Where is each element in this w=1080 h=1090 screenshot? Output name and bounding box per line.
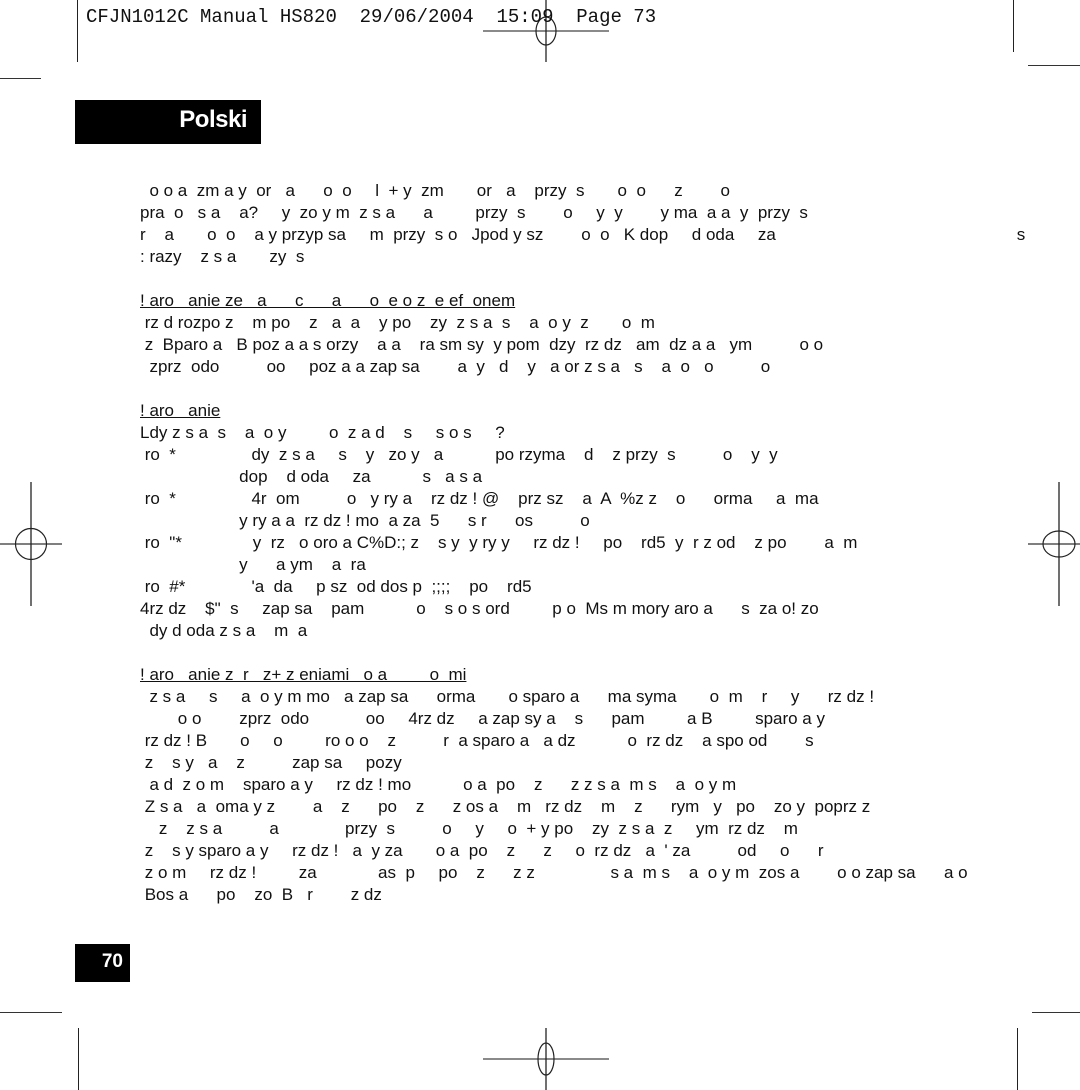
text-line: rz dz ! B o o ro o o z r a sparo a a dz … — [140, 731, 814, 750]
crop-mark-top-right-horizontal — [1028, 65, 1080, 66]
registration-mark-left-icon — [0, 482, 62, 606]
crop-mark-bottom-right-horizontal — [1032, 1012, 1080, 1013]
section-heading: ! aro anie ze a c a o e o z e ef onem — [140, 291, 516, 310]
text-line: dop d oda za s a s a — [140, 467, 483, 486]
print-slug-line: CFJN1012C Manual HS820 29/06/2004 15:09 … — [86, 6, 657, 28]
text-line: ro * dy z s a s y zo y a po rzyma d z pr… — [140, 445, 778, 464]
text-line: o o a zm a y or a o o l + y zm or a przy… — [140, 181, 730, 200]
text-line: z Bparo a B poz a a s orzy a a ra sm sy … — [140, 335, 824, 354]
section: o o a zm a y or a o o l + y zm or a przy… — [140, 180, 1026, 268]
section-heading: ! aro anie z r z+ z eniami o a o mi — [140, 665, 467, 684]
text-line: dy d oda z s a m a — [140, 621, 308, 640]
text-line: z s y a z zap sa pozy — [140, 753, 402, 772]
manual-body-text: o o a zm a y or a o o l + y zm or a przy… — [140, 180, 1026, 906]
page-number: 70 — [101, 951, 123, 972]
text-line: z s a s a o y m mo a zap sa orma o sparo… — [140, 687, 875, 706]
text-line: Ldy z s a s a o y o z a d s s o s ? — [140, 423, 505, 442]
text-line: rz d rozpo z m po z a a y po zy z s a s … — [140, 313, 655, 332]
text-line: 4rz dz $" s zap sa pam o s o s ord p o M… — [140, 599, 819, 618]
text-line: y ry a a rz dz ! mo a za 5 s r os o — [140, 511, 590, 530]
text-line: Bos a po zo B r z dz — [140, 885, 382, 904]
section-heading: ! aro anie — [140, 401, 221, 420]
text-line: r a o o a y przyp sa m przy s o Jpod y s… — [140, 225, 1026, 244]
section: ! aro anie Ldy z s a s a o y o z a d s s … — [140, 400, 980, 642]
text-line: y a ym a ra — [140, 555, 366, 574]
language-tab-label: Polski — [179, 106, 247, 133]
page-number-box: 70 — [75, 944, 130, 982]
language-tab: Polski — [75, 100, 261, 144]
text-line: z z s a a przy s o y o + y po zy z s a z… — [140, 819, 798, 838]
registration-mark-right-icon — [1028, 482, 1080, 606]
crop-mark-top-left-vertical — [77, 0, 78, 62]
section: ! aro anie ze a c a o e o z e ef onem rz… — [140, 290, 980, 378]
text-line: z s y sparo a y rz dz ! a y za o a po z … — [140, 841, 824, 860]
text-line: ro "* y rz o oro a C%D:; z s y y ry y rz… — [140, 533, 858, 552]
text-line: z o m rz dz ! za as p po z z z s a m s a… — [140, 863, 968, 882]
crop-mark-top-right-vertical — [1013, 0, 1014, 52]
text-line: ro * 4r om o y ry a rz dz ! @ prz sz a A… — [140, 489, 819, 508]
text-line: : razy z s a zy s — [140, 247, 305, 266]
registration-mark-bottom-icon — [483, 1028, 609, 1090]
section: ! aro anie z r z+ z eniami o a o mi z s … — [140, 664, 980, 906]
text-line: Z s a a oma y z a z po z z os a m rz dz … — [140, 797, 871, 816]
crop-mark-top-left-horizontal — [0, 78, 41, 79]
text-line: o o zprz odo oo 4rz dz a zap sy a s pam … — [140, 709, 825, 728]
text-line: a d z o m sparo a y rz dz ! mo o a po z … — [140, 775, 737, 794]
crop-mark-bottom-right-vertical — [1017, 1028, 1018, 1090]
text-line: ro #* 'a da p sz od dos p ;;;; po rd5 — [140, 577, 532, 596]
text-line: pra o s a a? y zo y m z s a a przy s o y… — [140, 203, 808, 222]
text-line: zprz odo oo poz a a zap sa a y d y a or … — [140, 357, 771, 376]
crop-mark-bottom-left-vertical — [78, 1028, 79, 1090]
crop-mark-bottom-left-horizontal — [0, 1012, 62, 1013]
